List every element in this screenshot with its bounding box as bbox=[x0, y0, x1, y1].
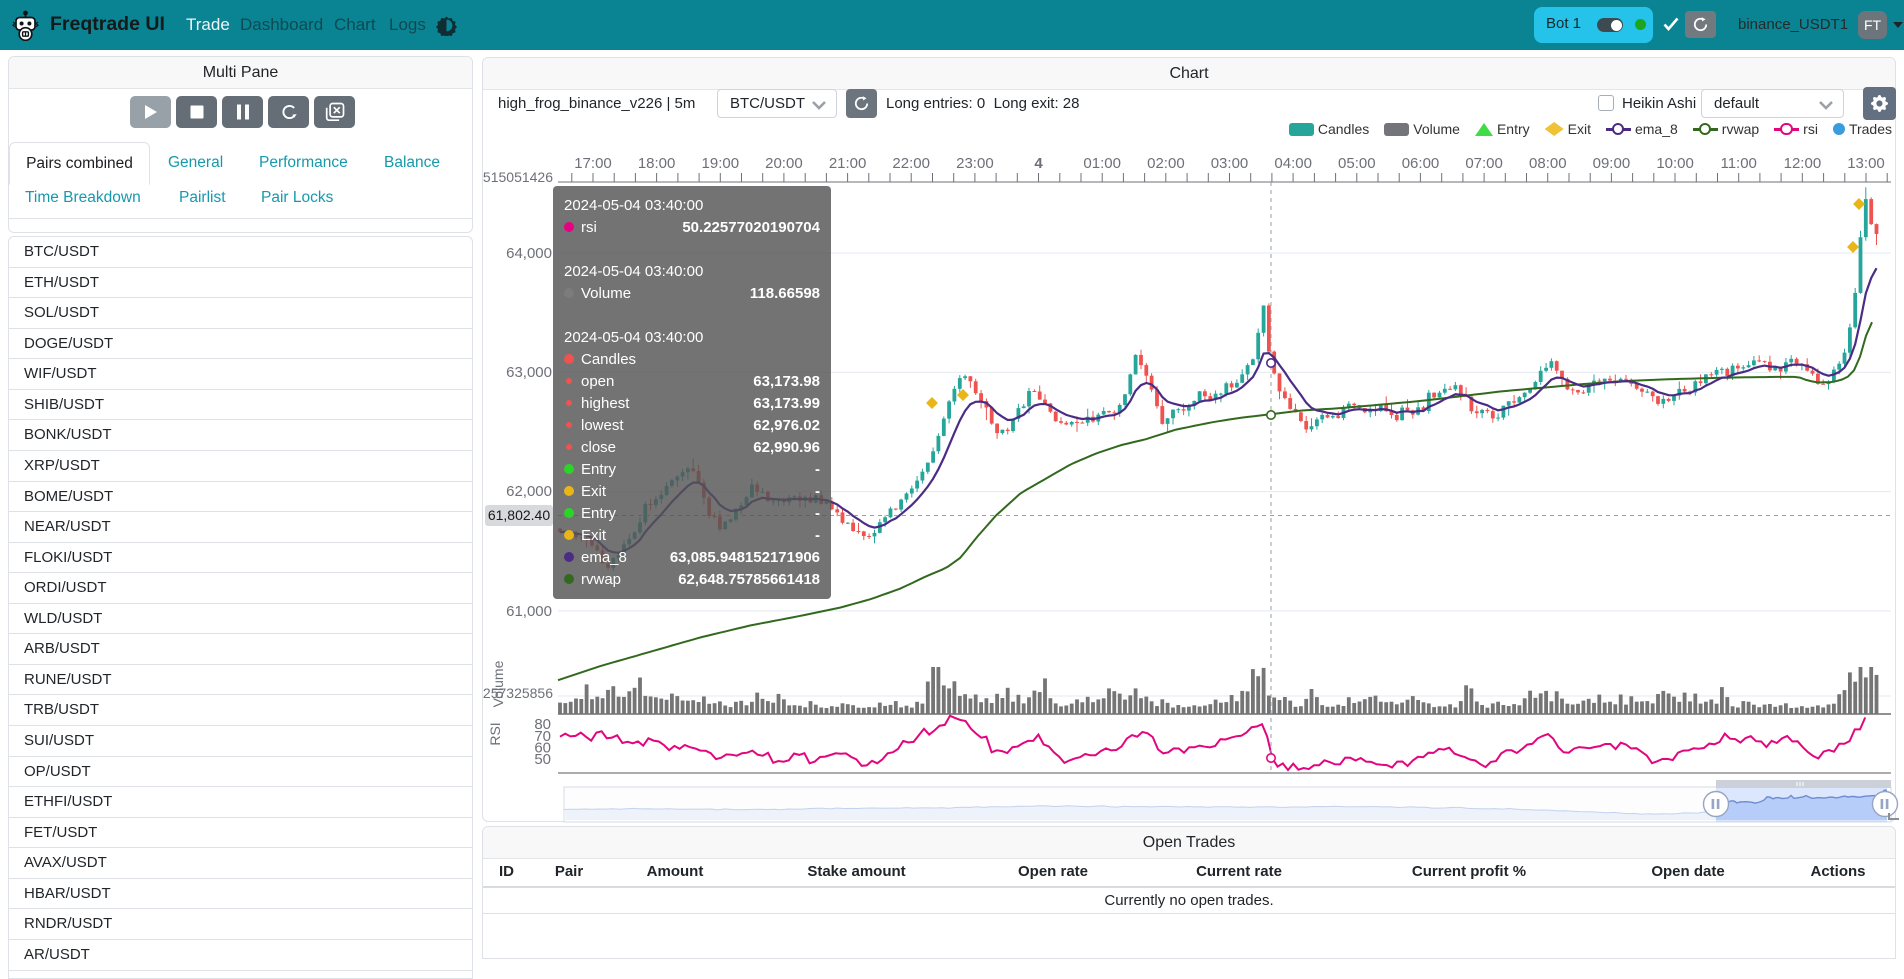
svg-text:03:00: 03:00 bbox=[1211, 155, 1249, 172]
svg-text:19:00: 19:00 bbox=[702, 155, 740, 172]
svg-text:Volume: Volume bbox=[490, 660, 506, 707]
svg-text:21:00: 21:00 bbox=[829, 155, 867, 172]
svg-text:12:00: 12:00 bbox=[1784, 155, 1822, 172]
svg-text:07:00: 07:00 bbox=[1465, 155, 1503, 172]
svg-text:08:00: 08:00 bbox=[1529, 155, 1567, 172]
svg-text:13:00: 13:00 bbox=[1847, 155, 1885, 172]
svg-text:4: 4 bbox=[1034, 155, 1043, 172]
svg-text:09:00: 09:00 bbox=[1593, 155, 1631, 172]
svg-text:63,000: 63,000 bbox=[506, 364, 552, 381]
svg-text:11:00: 11:00 bbox=[1720, 155, 1756, 172]
svg-text:04:00: 04:00 bbox=[1274, 155, 1312, 172]
svg-text:64,000: 64,000 bbox=[506, 245, 552, 262]
svg-text:22:00: 22:00 bbox=[892, 155, 930, 172]
svg-text:02:00: 02:00 bbox=[1147, 155, 1185, 172]
svg-text:17:00: 17:00 bbox=[574, 155, 612, 172]
svg-text:61,000: 61,000 bbox=[506, 603, 552, 620]
svg-text:515051426: 515051426 bbox=[483, 169, 553, 185]
svg-text:23:00: 23:00 bbox=[956, 155, 994, 172]
svg-text:06:00: 06:00 bbox=[1402, 155, 1440, 172]
svg-text:20:00: 20:00 bbox=[765, 155, 803, 172]
svg-text:01:00: 01:00 bbox=[1083, 155, 1121, 172]
svg-text:10:00: 10:00 bbox=[1656, 155, 1694, 172]
svg-text:62,000: 62,000 bbox=[506, 483, 552, 500]
svg-text:18:00: 18:00 bbox=[638, 155, 676, 172]
svg-text:50: 50 bbox=[534, 751, 551, 768]
svg-text:RSI: RSI bbox=[487, 722, 503, 745]
svg-text:05:00: 05:00 bbox=[1338, 155, 1376, 172]
